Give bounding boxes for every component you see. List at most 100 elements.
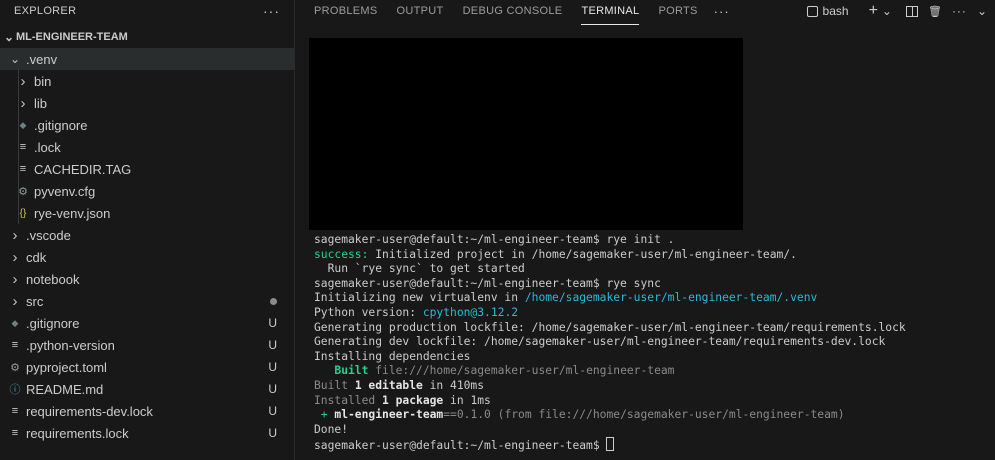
file-item[interactable]: ⚙ pyvenv.cfg — [0, 180, 294, 202]
terminal-text: sagemaker-user@default:~/ml-engineer-tea… — [314, 233, 675, 246]
explorer-header: EXPLORER ··· — [0, 0, 294, 22]
chevron-down-icon: ⌄ — [3, 30, 15, 44]
terminal-text: file:///home/sagemaker-user/ml-engineer-… — [368, 364, 675, 378]
workspace-root[interactable]: ⌄ ML-ENGINEER-TEAM — [0, 26, 294, 48]
more-tabs-icon[interactable]: ··· — [714, 4, 730, 19]
terminal-shell-select[interactable]: bash — [806, 4, 859, 18]
indent-guide — [18, 114, 19, 136]
folder-item[interactable]: › bin — [0, 70, 294, 92]
git-status-badge: U — [268, 404, 277, 418]
file-item[interactable]: ≡ CACHEDIR.TAG — [0, 158, 294, 180]
lines-icon: ≡ — [11, 405, 19, 417]
terminal-text: ml-engineer-team — [334, 408, 444, 422]
chevron-down-icon[interactable]: ⌄ — [882, 4, 892, 18]
folder-item[interactable]: › .vscode — [0, 224, 294, 246]
terminal-text: Built — [314, 378, 355, 392]
terminal-text: Done! — [314, 422, 349, 436]
tree-item-label: requirements.lock — [26, 425, 129, 441]
indent-guide — [18, 92, 19, 114]
terminal-text: /home/sagemaker-user/ml-engineer-team/.v… — [524, 291, 818, 305]
terminal-line: Generating dev lockfile: /home/sagemaker… — [314, 335, 994, 350]
tree-item-label: pyvenv.cfg — [34, 183, 96, 199]
terminal-text: sagemaker-user@default:~/ml-engineer-tea… — [314, 276, 661, 290]
terminal-image-area — [309, 38, 743, 230]
terminal-text: in 410ms — [422, 378, 485, 392]
terminal-output[interactable]: sagemaker-user@default:~/ml-engineer-tea… — [314, 233, 994, 452]
tab-output[interactable]: OUTPUT — [397, 0, 444, 22]
file-item[interactable]: ◆ .gitignore — [0, 114, 294, 136]
collapse-panel-icon[interactable]: ⌄ — [977, 4, 987, 18]
tree-item-label: README.md — [26, 381, 104, 397]
split-terminal-button[interactable] — [905, 5, 918, 17]
folder-item[interactable]: › src — [0, 290, 294, 312]
tree-item-label: cdk — [26, 249, 47, 265]
chevron-right-icon: › — [12, 270, 18, 288]
tree-item-label: .lock — [34, 139, 61, 155]
tree-item-label: .python-version — [26, 337, 115, 353]
terminal-text: Python version: — [314, 305, 423, 319]
more-actions-icon[interactable]: ··· — [952, 4, 967, 18]
terminal-line: Installing dependencies — [314, 350, 994, 365]
gear-icon: ⚙ — [10, 361, 20, 374]
terminal-text: + — [314, 408, 335, 422]
terminal-line: Built 1 editable in 410ms — [314, 379, 994, 394]
folder-item[interactable]: › cdk — [0, 246, 294, 268]
terminal-line: + ml-engineer-team==0.1.0 (from file:///… — [314, 408, 994, 423]
terminal-text: Installing dependencies — [314, 349, 471, 363]
file-item[interactable]: ≡ .lock — [0, 136, 294, 158]
indent-guide — [18, 70, 19, 92]
new-terminal-button[interactable]: + — [869, 2, 878, 20]
file-item[interactable]: ⓘ README.md U — [0, 378, 294, 400]
chevron-right-icon: › — [12, 248, 18, 266]
file-item[interactable]: ⚙ pyproject.toml U — [0, 356, 294, 378]
tree-item-label: notebook — [26, 271, 80, 287]
explorer-sidebar: EXPLORER ··· ⌄ ML-ENGINEER-TEAM ⌄ .venv › b… — [0, 0, 295, 460]
terminal-line: Installed 1 package in 1ms — [314, 394, 994, 409]
explorer-title: EXPLORER — [14, 5, 77, 17]
chevron-right-icon: › — [12, 292, 18, 310]
folder-item[interactable]: › notebook — [0, 268, 294, 290]
terminal-line: Generating production lockfile: /home/sa… — [314, 321, 994, 336]
terminal-line: success: Initialized project in /home/sa… — [314, 248, 994, 263]
terminal-text: 1 package — [382, 393, 444, 407]
tree-item-label: lib — [34, 95, 48, 111]
file-tree: ⌄ .venv › bin › lib ◆ .gitignore ≡ .lock ≡ CACHEDIR… — [0, 48, 294, 444]
tree-item-label: requirements-dev.lock — [26, 403, 153, 419]
tab-problems[interactable]: PROBLEMS — [314, 0, 378, 22]
workspace-root-label: ML-ENGINEER-TEAM — [16, 31, 128, 43]
lines-icon: ≡ — [11, 339, 19, 351]
tab-terminal[interactable]: TERMINAL — [581, 0, 640, 25]
lines-icon: ≡ — [11, 427, 19, 439]
indent-guide — [18, 136, 19, 158]
folder-item[interactable]: ⌄ .venv — [0, 48, 294, 70]
indent-guide — [18, 202, 19, 224]
terminal-panel: PROBLEMS OUTPUT DEBUG CONSOLE TERMINAL PORTS… — [295, 0, 995, 460]
terminal-line: Built file:///home/sagemaker-user/ml-eng… — [314, 364, 994, 379]
tree-item-label: CACHEDIR.TAG — [34, 161, 132, 177]
file-item[interactable]: ≡ requirements.lock U — [0, 422, 294, 444]
tree-item-label: bin — [34, 73, 52, 89]
file-item[interactable]: ◆ .gitignore U — [0, 312, 294, 334]
file-item[interactable]: {} rye-venv.json — [0, 202, 294, 224]
kill-terminal-button[interactable]: 🗑 — [928, 5, 942, 18]
tree-item-label: .vscode — [26, 227, 71, 243]
terminal-shell-label: bash — [822, 4, 849, 18]
terminal-text: Initialized project in /home/sagemaker-u… — [368, 247, 797, 261]
git-status-badge: U — [268, 426, 277, 440]
git-status-badge: U — [268, 338, 277, 352]
modified-dot-icon — [270, 297, 277, 305]
file-item[interactable]: ≡ .python-version U — [0, 334, 294, 356]
folder-item[interactable]: › lib — [0, 92, 294, 114]
explorer-more-icon[interactable]: ··· — [263, 3, 280, 19]
terminal-line: Run `rye sync` to get started — [314, 262, 994, 277]
tree-item-label: .gitignore — [34, 117, 88, 133]
file-item[interactable]: ≡ requirements-dev.lock U — [0, 400, 294, 422]
terminal-text: Initializing new virtualenv in — [314, 291, 525, 305]
tree-item-label: pyproject.toml — [26, 359, 107, 375]
terminal-text: in 1ms — [443, 393, 491, 407]
tab-ports[interactable]: PORTS — [658, 0, 697, 22]
tab-debug-console[interactable]: DEBUG CONSOLE — [463, 0, 563, 22]
tree-item-label: src — [26, 293, 44, 309]
terminal-text: Generating production lockfile: /home/sa… — [314, 320, 906, 334]
terminal-text: 1 editable — [354, 378, 423, 392]
